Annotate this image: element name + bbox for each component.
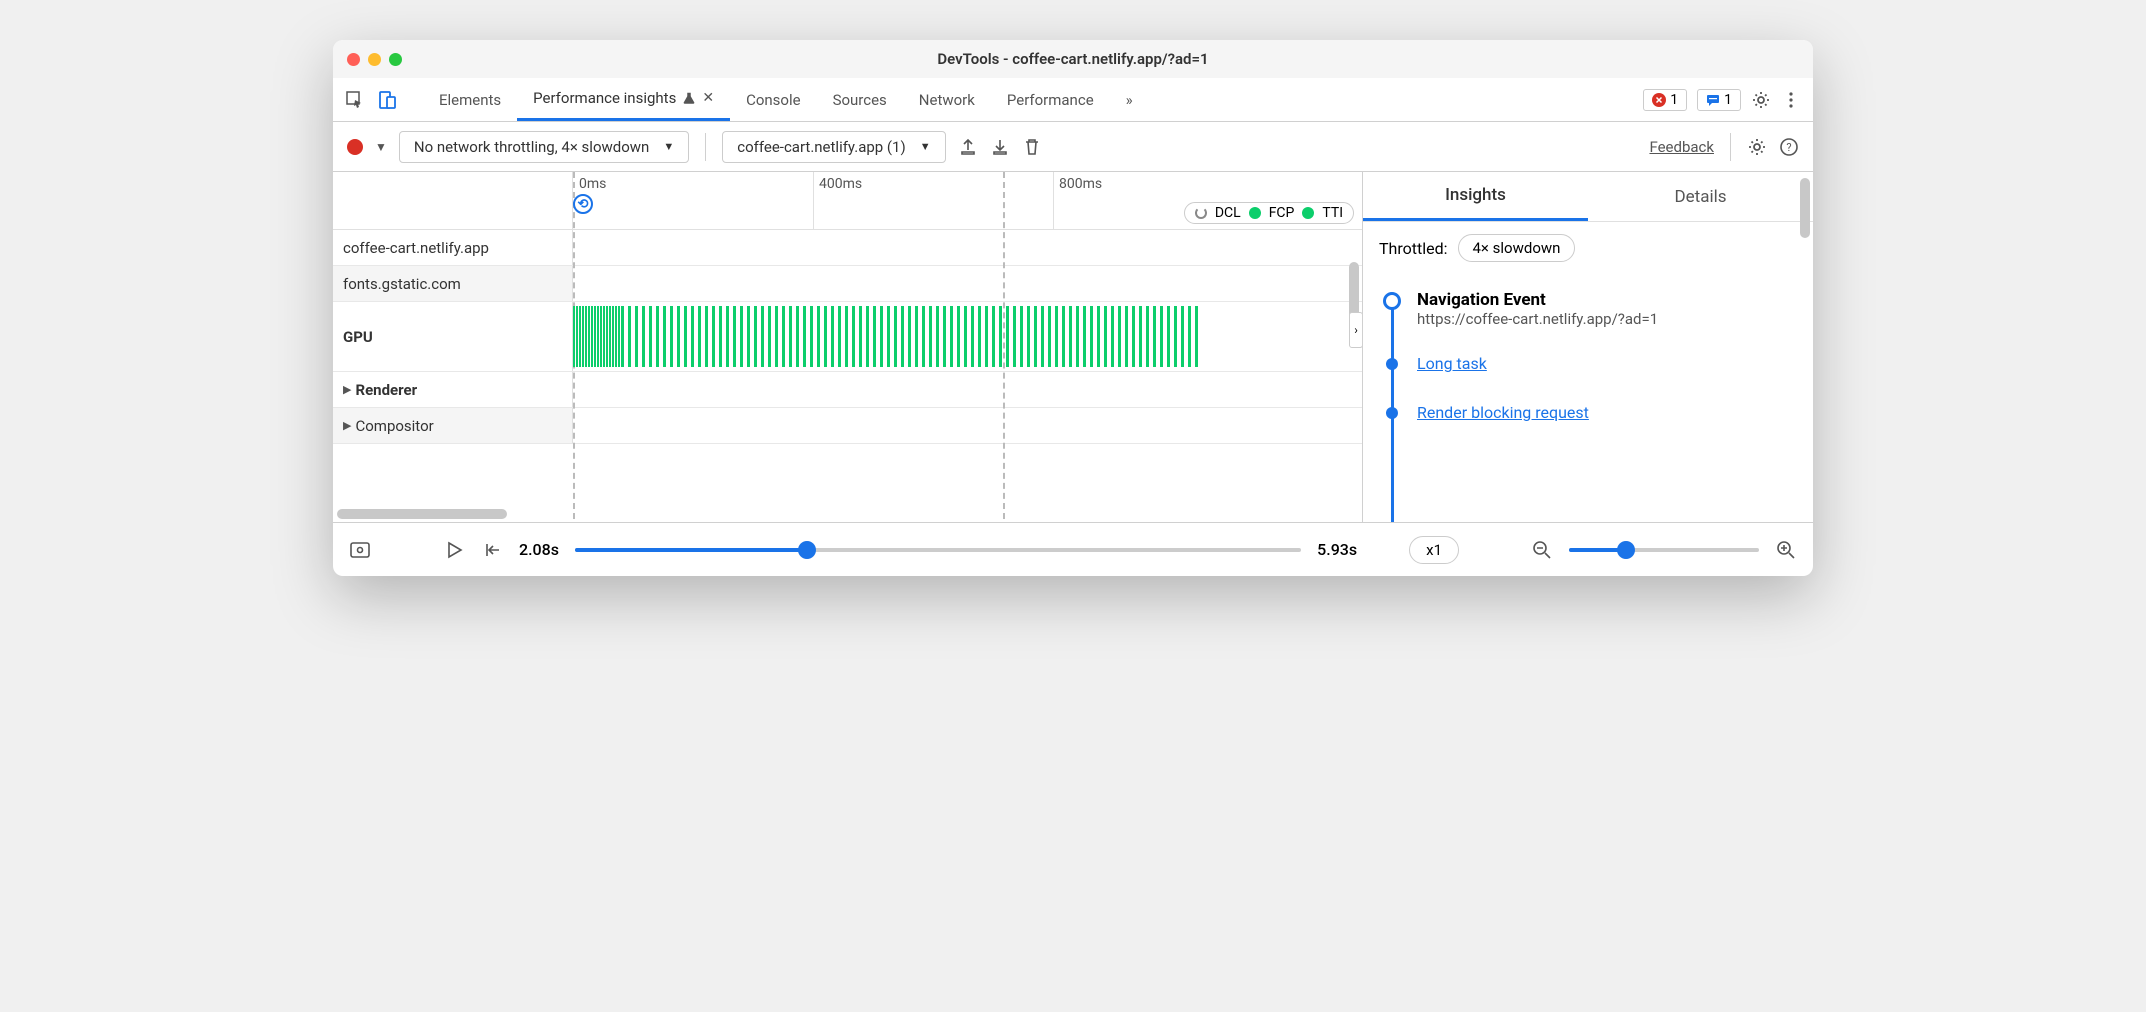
timeline-ruler[interactable]: 0ms 400ms 800ms ⟲ DCL FCP TTI <box>573 172 1362 229</box>
panel-settings-icon[interactable] <box>1747 137 1767 157</box>
insights-sidebar: Insights Details Throttled: 4× slowdown … <box>1363 172 1813 522</box>
titlebar: DevTools - coffee-cart.netlify.app/?ad=1 <box>333 40 1813 78</box>
playback-slider[interactable] <box>575 548 1301 552</box>
navigation-event-marker <box>1383 292 1401 310</box>
more-tabs-button[interactable]: » <box>1110 78 1149 121</box>
render-blocking-link[interactable]: Render blocking request <box>1417 403 1589 422</box>
tab-console[interactable]: Console <box>730 78 817 121</box>
track-network-origin2[interactable]: fonts.gstatic.com <box>333 266 573 301</box>
timeline-panel: 0ms 400ms 800ms ⟲ DCL FCP TTI coffee-car… <box>333 172 1363 522</box>
navigation-start-marker[interactable]: ⟲ <box>573 194 593 214</box>
window-maximize-button[interactable] <box>389 53 402 66</box>
playback-end-time: 5.93s <box>1317 540 1357 559</box>
long-task-link[interactable]: Long task <box>1417 354 1487 373</box>
tab-details[interactable]: Details <box>1588 172 1813 221</box>
zoom-in-button[interactable] <box>1775 539 1797 561</box>
sidebar-scrollbar[interactable] <box>1800 178 1810 238</box>
screenshot-preview-button[interactable] <box>349 539 371 561</box>
record-menu-caret[interactable]: ▼ <box>375 140 387 154</box>
navigation-event-url: https://coffee-cart.netlify.app/?ad=1 <box>1417 310 1813 328</box>
throttled-label: Throttled: <box>1379 239 1448 258</box>
close-tab-button[interactable]: ✕ <box>702 90 714 106</box>
tab-insights[interactable]: Insights <box>1363 172 1588 221</box>
recording-dropdown[interactable]: coffee-cart.netlify.app (1) ▼ <box>722 131 945 163</box>
feedback-link[interactable]: Feedback <box>1649 138 1714 156</box>
playback-speed-button[interactable]: x1 <box>1409 536 1459 564</box>
throttled-value-pill[interactable]: 4× slowdown <box>1458 234 1576 262</box>
device-toolbar-icon[interactable] <box>377 90 397 110</box>
tab-performance[interactable]: Performance <box>991 78 1110 121</box>
zoom-out-button[interactable] <box>1531 539 1553 561</box>
track-network-origin1[interactable]: coffee-cart.netlify.app <box>333 230 573 265</box>
panel-tabbar: Elements Performance insights ✕ Console … <box>333 78 1813 122</box>
settings-icon[interactable] <box>1751 90 1771 110</box>
track-renderer[interactable]: ▶Renderer <box>333 372 573 407</box>
flask-icon <box>682 91 696 105</box>
zoom-slider[interactable] <box>1569 548 1759 552</box>
horizontal-scrollbar[interactable] <box>337 509 507 519</box>
track-gpu[interactable]: GPU <box>333 302 573 371</box>
tab-network[interactable]: Network <box>903 78 991 121</box>
window-title: DevTools - coffee-cart.netlify.app/?ad=1 <box>937 50 1208 68</box>
window-close-button[interactable] <box>347 53 360 66</box>
playback-footer: 2.08s 5.93s x1 <box>333 522 1813 576</box>
tab-elements[interactable]: Elements <box>423 78 517 121</box>
import-icon[interactable] <box>990 137 1010 157</box>
window-minimize-button[interactable] <box>368 53 381 66</box>
metrics-legend[interactable]: DCL FCP TTI <box>1184 202 1354 224</box>
render-blocking-marker <box>1386 407 1398 419</box>
error-badge[interactable]: 1 <box>1643 89 1687 111</box>
throttling-dropdown[interactable]: No network throttling, 4× slowdown ▼ <box>399 131 689 163</box>
fcp-icon <box>1249 207 1261 219</box>
help-icon[interactable]: ? <box>1779 137 1799 157</box>
tti-icon <box>1302 207 1314 219</box>
insights-toolbar: ▼ No network throttling, 4× slowdown ▼ c… <box>333 122 1813 172</box>
navigation-event-title: Navigation Event <box>1417 290 1813 310</box>
play-button[interactable] <box>443 539 465 561</box>
expand-panel-button[interactable]: › <box>1349 312 1363 348</box>
tab-performance-insights[interactable]: Performance insights ✕ <box>517 78 730 121</box>
rewind-button[interactable] <box>481 539 503 561</box>
export-icon[interactable] <box>958 137 978 157</box>
kebab-menu-icon[interactable] <box>1781 90 1801 110</box>
delete-icon[interactable] <box>1022 137 1042 157</box>
record-button[interactable] <box>347 139 363 155</box>
message-badge[interactable]: 1 <box>1697 89 1741 111</box>
track-compositor[interactable]: ▶Compositor <box>333 408 573 443</box>
dcl-icon <box>1195 207 1207 219</box>
gpu-activity <box>573 306 1352 367</box>
svg-text:?: ? <box>1786 141 1791 154</box>
tab-sources[interactable]: Sources <box>817 78 903 121</box>
inspect-element-icon[interactable] <box>345 90 365 110</box>
long-task-marker <box>1386 358 1398 370</box>
playback-start-time: 2.08s <box>519 540 559 559</box>
